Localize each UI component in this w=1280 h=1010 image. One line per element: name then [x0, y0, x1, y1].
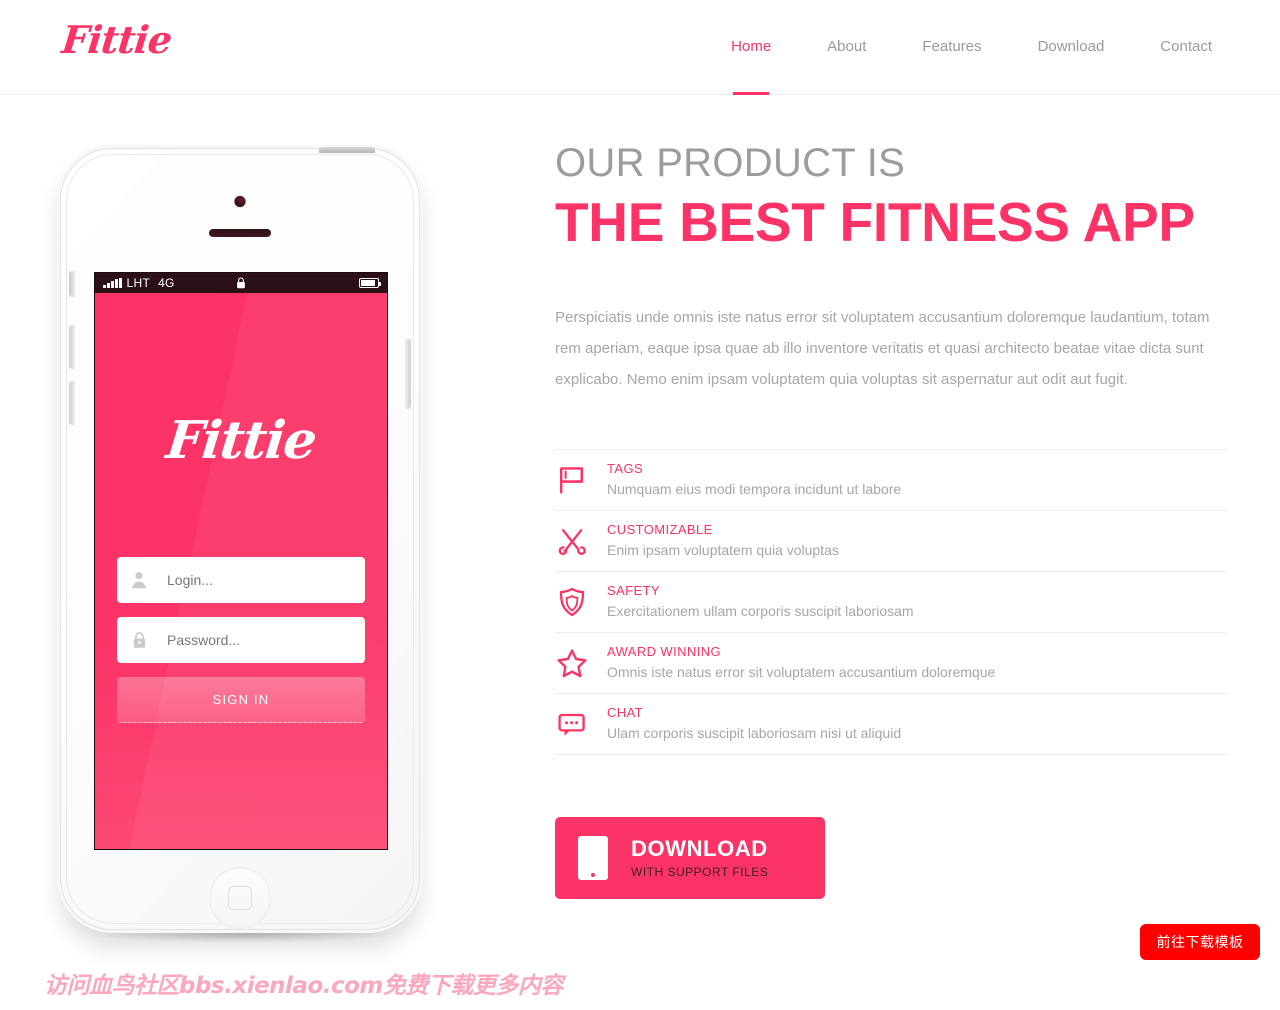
feature-item-tags[interactable]: TAGS Numquam eius modi tempora incidunt … — [555, 450, 1227, 511]
signal-bars-icon — [103, 278, 122, 288]
phone-mockup: LHT 4G Fittie Login... Password... SIGN … — [45, 140, 445, 950]
password-placeholder: Password... — [167, 632, 241, 648]
mobile-phone-icon — [555, 835, 631, 880]
hero-headline: THE BEST FITNESS APP — [555, 191, 1195, 253]
nav-item-about[interactable]: About — [799, 0, 894, 95]
feature-desc: Exercitationem ullam corporis suscipit l… — [607, 603, 914, 620]
feature-title: TAGS — [607, 460, 644, 476]
site-header: Fittie Home About Features Download Cont… — [0, 0, 1280, 95]
download-button[interactable]: DOWNLOAD WITH SUPPORT FILES — [555, 816, 825, 899]
feature-body: TAGS Numquam eius modi tempora incidunt … — [607, 459, 1227, 501]
nav-item-features[interactable]: Features — [894, 0, 1009, 95]
network-type-label: 4G — [158, 276, 175, 290]
username-input[interactable]: Login... — [117, 557, 365, 603]
feature-item-safety[interactable]: SAFETY Exercitationem ullam corporis sus… — [555, 572, 1227, 633]
username-placeholder: Login... — [167, 572, 213, 588]
feature-body: AWARD WINNING Omnis iste natus error sit… — [607, 642, 1227, 684]
lock-icon — [129, 631, 149, 649]
feature-item-award-winning[interactable]: AWARD WINNING Omnis iste natus error sit… — [555, 633, 1227, 694]
hero-content: OUR PRODUCT IS THE BEST FITNESS APP Pers… — [555, 140, 1227, 899]
brand-logo[interactable]: Fittie — [60, 17, 174, 62]
feature-item-chat[interactable]: CHAT Ulam corporis suscipit laboriosam n… — [555, 694, 1227, 755]
nav-item-home[interactable]: Home — [703, 0, 799, 95]
download-button-text: DOWNLOAD WITH SUPPORT FILES — [631, 836, 825, 878]
home-button-icon[interactable] — [209, 867, 271, 929]
flag-icon — [555, 464, 607, 496]
app-screen: Fittie Login... Password... SIGN IN — [95, 293, 387, 849]
volume-up-button-icon — [69, 325, 75, 369]
feature-body: SAFETY Exercitationem ullam corporis sus… — [607, 581, 1227, 623]
password-input[interactable]: Password... — [117, 617, 365, 663]
feature-body: CHAT Ulam corporis suscipit laboriosam n… — [607, 703, 1227, 745]
earpiece-speaker-icon — [209, 229, 271, 237]
tools-icon — [555, 525, 607, 557]
star-icon — [555, 647, 607, 679]
user-icon — [129, 571, 149, 589]
feature-title: CUSTOMIZABLE — [607, 521, 713, 537]
hero-paragraph: Perspiciatis unde omnis iste natus error… — [555, 308, 1210, 388]
feature-desc: Omnis iste natus error sit voluptatem ac… — [607, 664, 996, 681]
side-button-icon — [405, 339, 411, 409]
feature-title: AWARD WINNING — [607, 643, 722, 659]
feature-title: SAFETY — [607, 582, 660, 598]
feature-list: TAGS Numquam eius modi tempora incidunt … — [555, 448, 1227, 755]
floating-download-cta[interactable]: 前往下载模板 — [1140, 924, 1260, 960]
download-title: DOWNLOAD — [631, 836, 768, 862]
feature-item-customizable[interactable]: CUSTOMIZABLE Enim ipsam voluptatem quia … — [555, 511, 1227, 572]
silent-switch-icon — [69, 271, 75, 297]
shield-icon — [555, 586, 607, 618]
volume-down-button-icon — [69, 381, 75, 425]
feature-desc: Enim ipsam voluptatem quia voluptas — [607, 542, 839, 559]
main-navigation: Home About Features Download Contact — [703, 0, 1240, 95]
nav-item-contact[interactable]: Contact — [1132, 0, 1240, 95]
login-form: Login... Password... SIGN IN — [117, 557, 365, 723]
app-logo: Fittie — [163, 410, 319, 471]
power-button-icon — [319, 147, 375, 153]
front-camera-icon — [234, 196, 246, 207]
nav-item-download[interactable]: Download — [1010, 0, 1133, 95]
chat-icon — [555, 708, 607, 740]
feature-desc: Ulam corporis suscipit laboriosam nisi u… — [607, 725, 902, 742]
feature-title: CHAT — [607, 704, 644, 720]
download-subtitle: WITH SUPPORT FILES — [631, 864, 769, 879]
status-bar: LHT 4G — [95, 273, 387, 293]
hero-subheadline: OUR PRODUCT IS — [555, 141, 906, 185]
lock-icon — [236, 277, 246, 292]
sign-in-button[interactable]: SIGN IN — [117, 677, 365, 723]
watermark-text: 访问血鸟社区bbs.xienlao.com免费下载更多内容 — [44, 973, 563, 999]
phone-screen: LHT 4G Fittie Login... Password... SIGN … — [95, 273, 387, 849]
carrier-label: LHT — [126, 276, 151, 290]
battery-icon — [359, 278, 381, 288]
feature-desc: Numquam eius modi tempora incidunt ut la… — [607, 481, 902, 498]
phone-body: LHT 4G Fittie Login... Password... SIGN … — [60, 147, 420, 930]
feature-body: CUSTOMIZABLE Enim ipsam voluptatem quia … — [607, 520, 1227, 562]
